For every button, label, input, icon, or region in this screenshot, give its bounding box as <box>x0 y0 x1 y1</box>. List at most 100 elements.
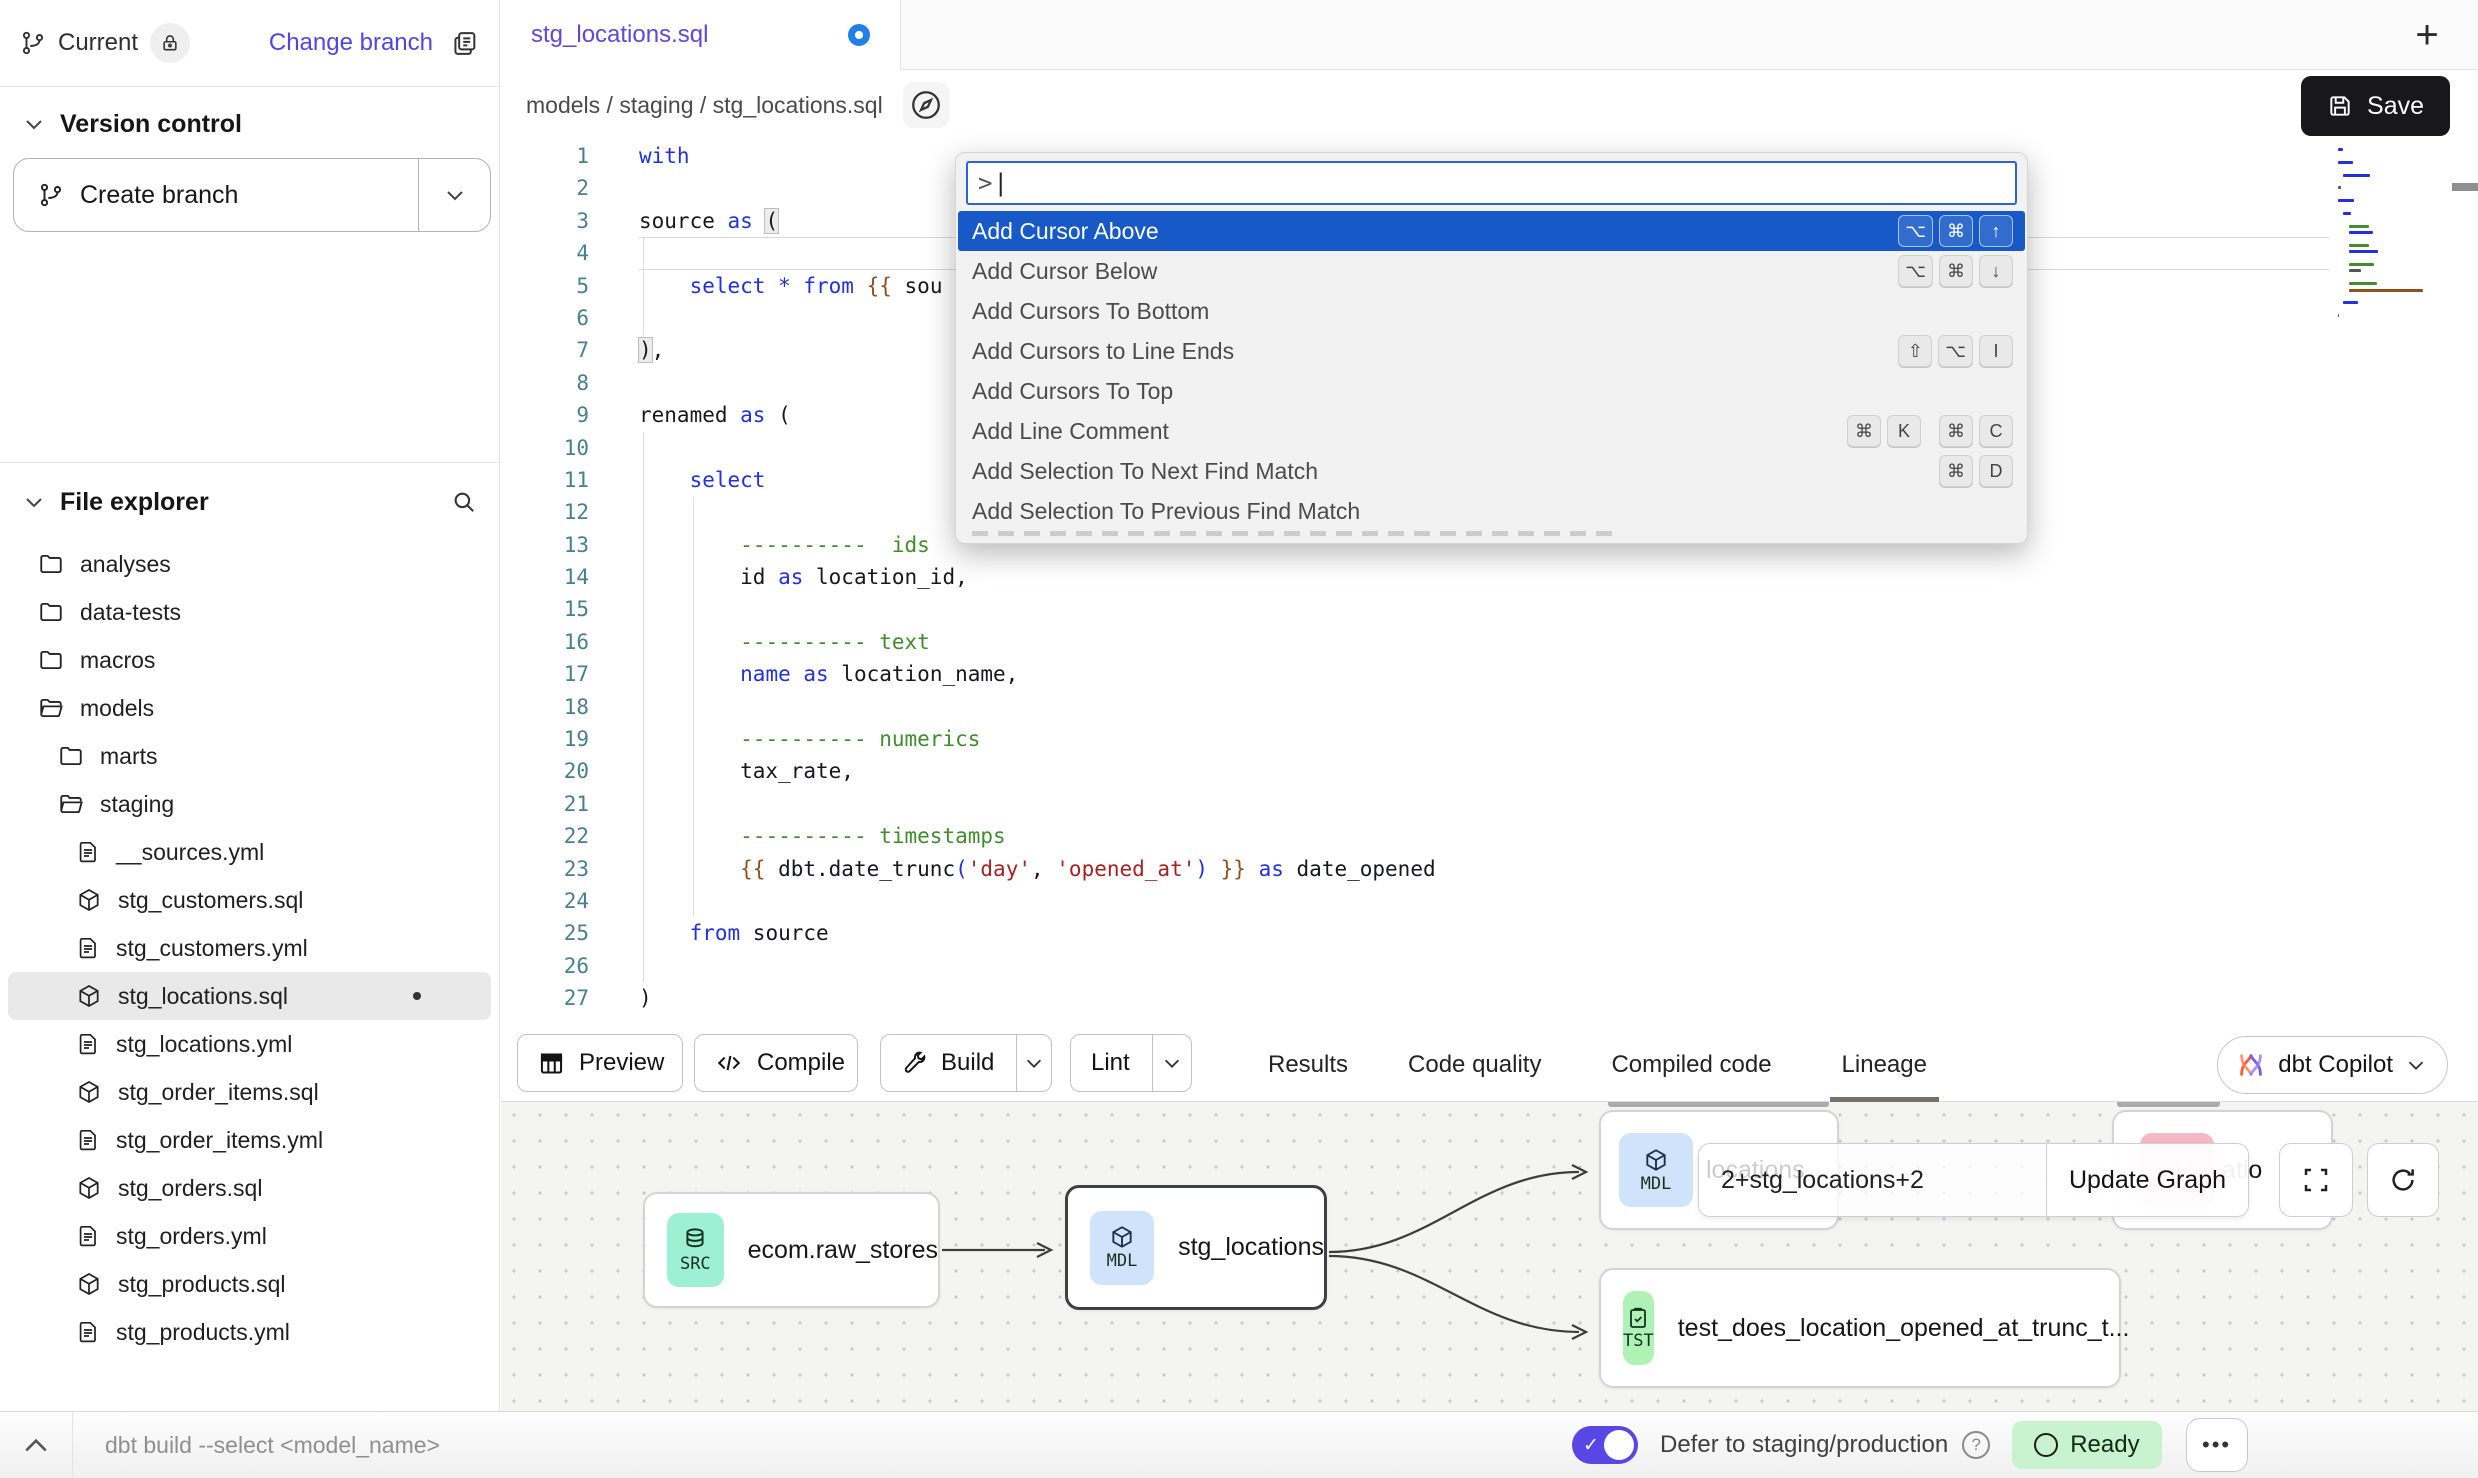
lint-dropdown[interactable] <box>1152 1035 1191 1091</box>
tree-file-stg_orders.yml[interactable]: stg_orders.yml <box>8 1212 491 1260</box>
save-button[interactable]: Save <box>2301 76 2450 136</box>
folder-open-icon <box>58 791 84 817</box>
build-dropdown[interactable] <box>1016 1035 1051 1091</box>
lineage-node-test[interactable]: TST test_does_location_opened_at_trunc_t… <box>1599 1268 2121 1388</box>
keycap: ⌘ <box>1847 415 1881 447</box>
create-branch-button[interactable]: Create branch <box>14 159 418 231</box>
change-branch-link[interactable]: Change branch <box>269 29 433 57</box>
copy-icon[interactable] <box>451 29 479 57</box>
tree-file-__sources.yml[interactable]: __sources.yml <box>8 828 491 876</box>
tree-folder-analyses[interactable]: analyses <box>8 540 491 588</box>
minimap[interactable] <box>2338 148 2452 321</box>
compile-button[interactable]: Compile <box>694 1034 858 1092</box>
tab-code-quality[interactable]: Code quality <box>1408 1028 1541 1102</box>
tree-file-stg_products.sql[interactable]: stg_products.sql <box>8 1260 491 1308</box>
more-options-button[interactable]: ••• <box>2186 1418 2248 1472</box>
breadcrumb[interactable]: models / staging / stg_locations.sql <box>526 92 883 119</box>
line-number: 7 <box>501 334 589 366</box>
expand-command-bar-button[interactable] <box>0 1436 72 1454</box>
command-item-add-cursor-above[interactable]: Add Cursor Above⌥⌘↑ <box>958 211 2025 251</box>
tab-results[interactable]: Results <box>1268 1028 1348 1102</box>
tree-folder-marts[interactable]: marts <box>8 732 491 780</box>
tree-file-stg_customers.sql[interactable]: stg_customers.sql <box>8 876 491 924</box>
token <box>639 824 740 848</box>
tree-folder-models[interactable]: models <box>8 684 491 732</box>
tree-file-stg_locations.sql[interactable]: stg_locations.sql <box>8 972 491 1020</box>
keycap: ⇧ <box>1898 335 1932 367</box>
version-control-header[interactable]: Version control <box>0 92 499 156</box>
tab-lineage[interactable]: Lineage <box>1842 1028 1927 1102</box>
create-branch-label: Create branch <box>80 181 238 210</box>
tree-file-stg_order_items.yml[interactable]: stg_order_items.yml <box>8 1116 491 1164</box>
fullscreen-icon <box>2301 1165 2331 1195</box>
lineage-node-stg-locations[interactable]: MDL stg_locations <box>1065 1185 1327 1310</box>
token: ( <box>955 857 968 881</box>
ready-status-button[interactable]: Ready <box>2012 1421 2161 1469</box>
build-button[interactable]: Build <box>881 1049 1016 1077</box>
command-item-add-cursors-to-top[interactable]: Add Cursors To Top <box>958 371 2025 411</box>
refresh-button[interactable] <box>2367 1143 2439 1217</box>
lint-button[interactable]: Lint <box>1071 1049 1152 1077</box>
command-item-add-selection-to-next-find-match[interactable]: Add Selection To Next Find Match⌘D <box>958 451 2025 491</box>
tree-folder-staging[interactable]: staging <box>8 780 491 828</box>
file-icon <box>76 1031 100 1057</box>
dbt-copilot-button[interactable]: dbt Copilot <box>2217 1036 2448 1094</box>
minimap-line <box>2338 314 2339 317</box>
sidebar: Current Change branch Version control Cr… <box>0 0 500 1411</box>
command-item-add-selection-to-previous-find-match[interactable]: Add Selection To Previous Find Match <box>958 491 2025 531</box>
line-number: 15 <box>501 593 589 625</box>
minimap-line <box>2343 174 2370 177</box>
command-item-add-cursor-below[interactable]: Add Cursor Below⌥⌘↓ <box>958 251 2025 291</box>
breadcrumb-row: models / staging / stg_locations.sql Sav… <box>501 70 2478 140</box>
keycap: ⌘ <box>1939 415 1973 447</box>
git-branch-icon <box>20 30 46 56</box>
fullscreen-button[interactable] <box>2279 1143 2353 1217</box>
lineage-selector-input[interactable] <box>1699 1144 2046 1216</box>
new-tab-button[interactable]: + <box>2406 14 2448 56</box>
create-branch-dropdown[interactable] <box>418 159 490 231</box>
token: from <box>690 921 753 945</box>
command-item-add-cursors-to-line-ends[interactable]: Add Cursors to Line Ends⇧⌥I <box>958 331 2025 371</box>
shortcut-keys: ⌥⌘↑ <box>1892 215 2013 247</box>
tree-file-stg_orders.sql[interactable]: stg_orders.sql <box>8 1164 491 1212</box>
tree-file-stg_locations.yml[interactable]: stg_locations.yml <box>8 1020 491 1068</box>
token: ---------- numerics <box>740 727 980 751</box>
dbt-copilot-logo-icon <box>2236 1050 2266 1080</box>
help-icon[interactable]: ? <box>1962 1431 1990 1459</box>
create-branch-button-group: Create branch <box>13 158 491 232</box>
shortcut-keys: ⌘D <box>1933 455 2013 487</box>
file-explorer-header[interactable]: File explorer <box>0 470 499 534</box>
line-number: 23 <box>501 853 589 885</box>
lineage-node-source[interactable]: SRC ecom.raw_stores <box>643 1192 940 1308</box>
tree-file-stg_customers.yml[interactable]: stg_customers.yml <box>8 924 491 972</box>
minimap-line <box>2349 289 2423 292</box>
status-circle-icon <box>2034 1433 2058 1457</box>
command-item-add-cursors-to-bottom[interactable]: Add Cursors To Bottom <box>958 291 2025 331</box>
navigate-compass-icon[interactable] <box>903 82 949 128</box>
command-input[interactable]: dbt build --select <model_name> <box>72 1412 1572 1478</box>
file-name: marts <box>100 743 158 770</box>
tree-file-stg_order_items.sql[interactable]: stg_order_items.sql <box>8 1068 491 1116</box>
tree-folder-data-tests[interactable]: data-tests <box>8 588 491 636</box>
token: date_opened <box>1284 857 1436 881</box>
token: 'opened_at' <box>1056 857 1195 881</box>
command-item-add-line-comment[interactable]: Add Line Comment⌘K⌘C <box>958 411 2025 451</box>
tree-folder-macros[interactable]: macros <box>8 636 491 684</box>
update-graph-button[interactable]: Update Graph <box>2046 1144 2248 1216</box>
build-label: Build <box>941 1049 994 1077</box>
lineage-graph-panel[interactable]: SRC ecom.raw_stores MDL stg_locations MD… <box>501 1102 2478 1411</box>
minimap-line <box>2349 282 2377 285</box>
preview-button[interactable]: Preview <box>517 1034 683 1092</box>
tab-compiled-code[interactable]: Compiled code <box>1611 1028 1771 1102</box>
scrollbar-thumb[interactable] <box>2452 183 2478 191</box>
tree-file-stg_products.yml[interactable]: stg_products.yml <box>8 1308 491 1356</box>
search-icon[interactable] <box>451 489 477 515</box>
tab-stg-locations-sql[interactable]: stg_locations.sql <box>501 0 901 70</box>
token <box>639 274 690 298</box>
command-label: Add Cursors To Bottom <box>972 298 1209 325</box>
file-name: stg_customers.yml <box>116 935 308 962</box>
keycap: ⌘ <box>1939 255 1973 287</box>
defer-toggle[interactable]: ✓ <box>1572 1426 1638 1464</box>
token: {{ <box>740 857 778 881</box>
command-palette-input[interactable]: >| <box>966 161 2017 205</box>
